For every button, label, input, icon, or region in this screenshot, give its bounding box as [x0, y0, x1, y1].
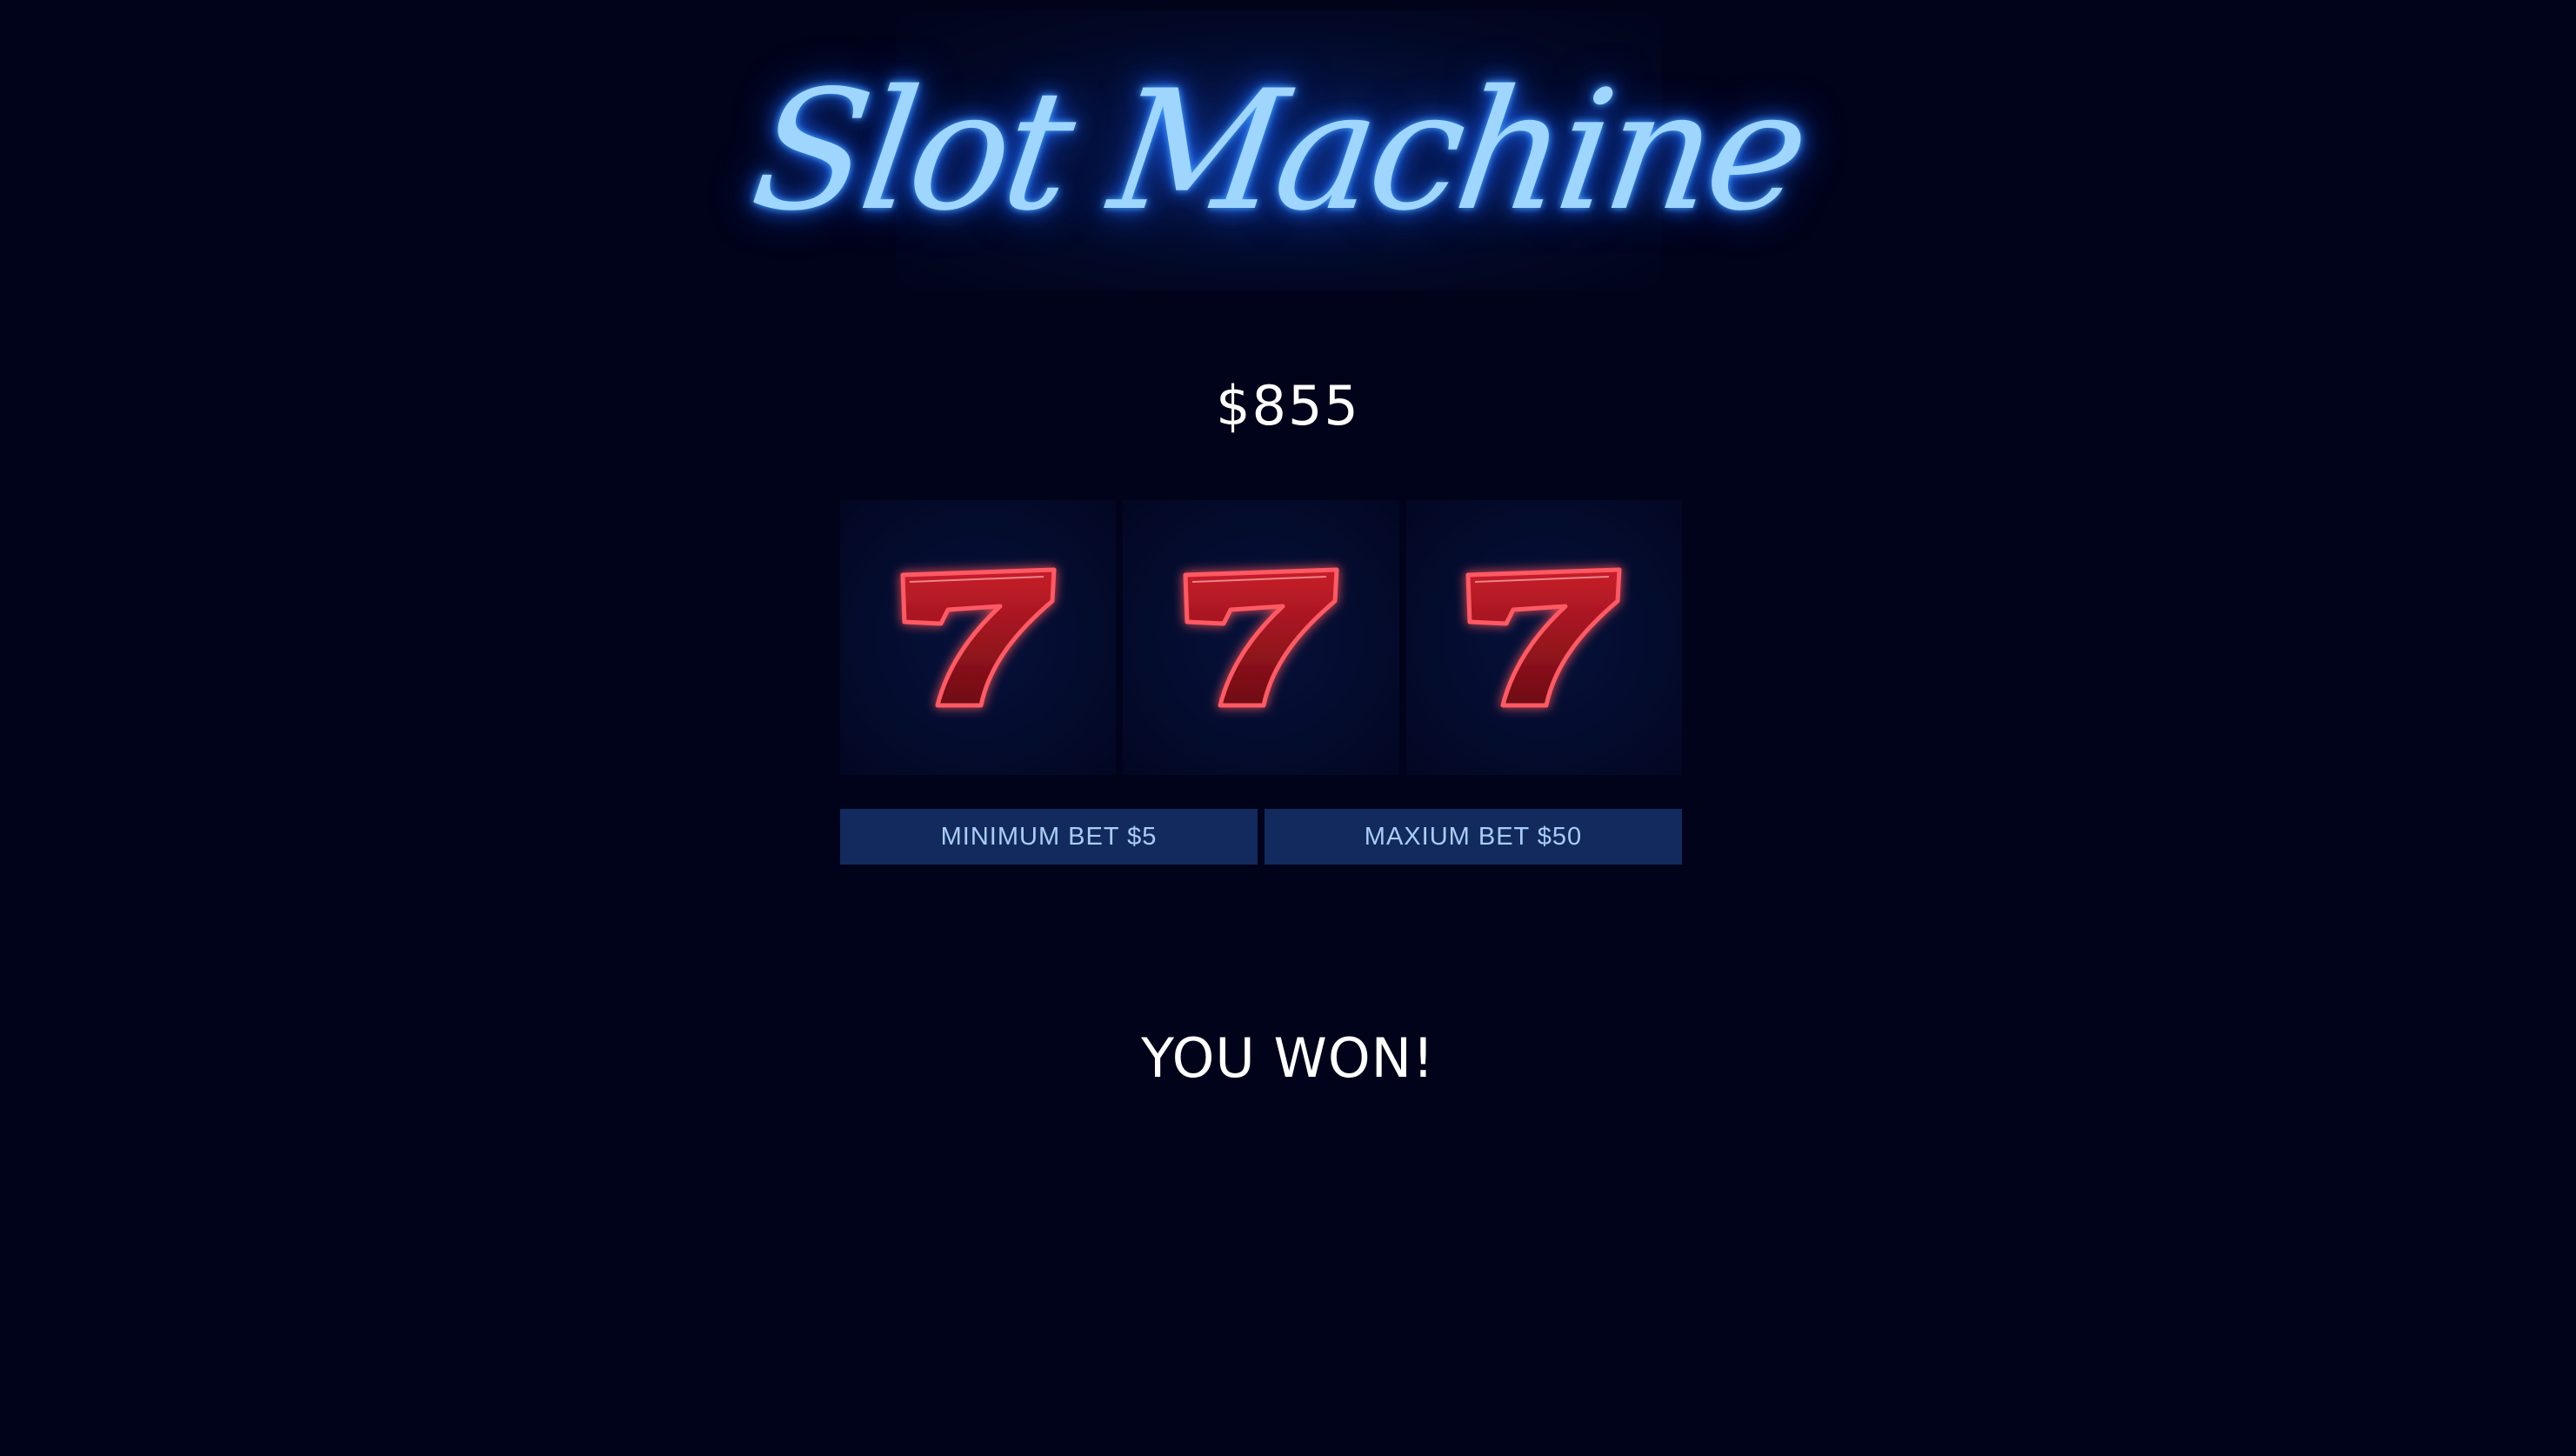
- reel-1: [840, 500, 1117, 775]
- bet-buttons: MINIMUM BET $5 MAXIUM BET $50: [840, 809, 1682, 865]
- reels: [837, 500, 1685, 775]
- logo-title: Slot Machine: [742, 54, 1815, 247]
- result-message: YOU WON!: [1141, 1026, 1435, 1090]
- seven-icon: [900, 567, 1057, 708]
- seven-icon: [1183, 567, 1339, 708]
- seven-icon: [1465, 567, 1622, 708]
- reel-2: [1123, 500, 1399, 775]
- minimum-bet-button[interactable]: MINIMUM BET $5: [840, 809, 1258, 865]
- reel-3: [1405, 500, 1682, 775]
- slot-machine-logo: Slot Machine: [742, 10, 1815, 291]
- slot-machine-page: Slot Machine $855 MINIMUM BET $5 MAXIUM …: [0, 0, 2576, 1456]
- maximum-bet-button[interactable]: MAXIUM BET $50: [1265, 809, 1682, 865]
- balance-display: $855: [1216, 374, 1360, 437]
